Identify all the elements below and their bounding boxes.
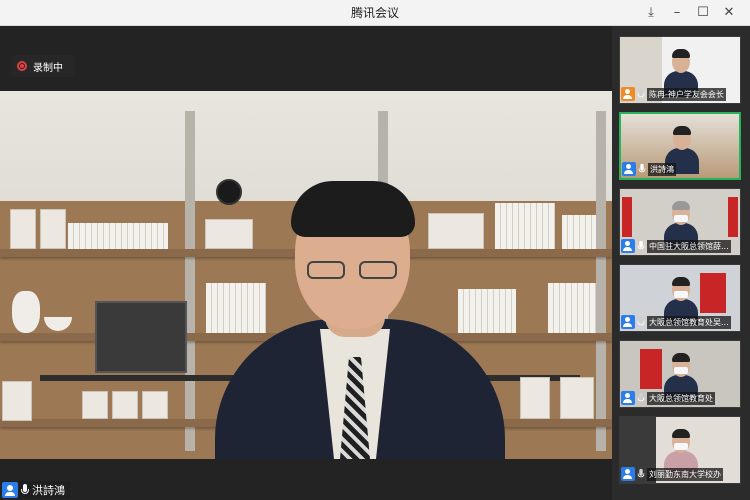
- participant-label: 中国驻大阪总领馆薛...: [621, 238, 739, 254]
- participant-label: 陈冉-神户学友会会长: [621, 86, 739, 102]
- participant-name: 大阪总领馆教育处吴...: [647, 315, 731, 329]
- main-video-area: 录制中: [0, 26, 612, 500]
- participant-label: 大阪总领馆教育处吴...: [621, 314, 739, 330]
- shelf-post: [185, 111, 195, 451]
- participant-name: 洪詩鴻: [648, 162, 676, 176]
- flag: [640, 349, 662, 389]
- microphone-icon: [21, 484, 29, 496]
- laptop: [95, 301, 187, 373]
- minimize-icon[interactable]: –: [664, 0, 690, 26]
- hair: [291, 181, 415, 237]
- storage-box: [40, 209, 66, 249]
- participant-name: 陈冉-神户学友会会长: [647, 87, 726, 101]
- microphone-muted-icon: [637, 316, 645, 327]
- glasses-lens: [359, 261, 397, 279]
- microphone-muted-icon: [637, 88, 645, 99]
- window-controls: ⤓ – ☐ ✕: [638, 0, 742, 26]
- microphone-muted-icon: [637, 392, 645, 403]
- storage-box: [82, 391, 108, 419]
- participant-tile[interactable]: 刘丽勤东南大学校办: [619, 416, 741, 484]
- participant-tile[interactable]: 中国驻大阪总领馆薛...: [619, 188, 741, 256]
- storage-box: [142, 391, 168, 419]
- participant-tile[interactable]: 大阪总领馆教育处吴...: [619, 264, 741, 332]
- speaker-name-tag: 洪詩鴻: [2, 481, 70, 499]
- user-avatar-icon: [621, 315, 635, 329]
- participant-tile[interactable]: 陈冉-神户学友会会长: [619, 36, 741, 104]
- user-avatar-icon: [621, 87, 635, 101]
- glasses: [307, 261, 401, 281]
- storage-box: [10, 209, 36, 249]
- user-avatar-icon: [621, 239, 635, 253]
- participant-sidebar: 陈冉-神户学友会会长 洪詩鴻 中国驻大阪总领馆薛... 大阪总领馆教育处吴...: [612, 26, 750, 500]
- speaker-figure: [215, 179, 505, 459]
- user-avatar-icon: [622, 162, 636, 176]
- vase: [12, 291, 40, 333]
- close-icon[interactable]: ✕: [716, 0, 742, 26]
- speaker-video[interactable]: [0, 91, 612, 459]
- participant-label: 大阪总领馆教育处: [621, 390, 739, 406]
- participant-label: 刘丽勤东南大学校办: [621, 466, 739, 482]
- title-bar: 腾讯会议 ⤓ – ☐ ✕: [0, 0, 750, 26]
- participant-tile-active[interactable]: 洪詩鴻: [619, 112, 741, 180]
- microphone-muted-icon: [637, 468, 645, 479]
- participant-name: 中国驻大阪总领馆薛...: [647, 239, 731, 253]
- user-avatar-icon: [2, 482, 18, 498]
- storage-box: [520, 377, 550, 419]
- maximize-icon[interactable]: ☐: [690, 0, 716, 26]
- book-row: [562, 215, 596, 249]
- storage-box: [112, 391, 138, 419]
- flag: [700, 273, 726, 313]
- storage-box: [2, 381, 32, 421]
- participant-tile[interactable]: 大阪总领馆教育处: [619, 340, 741, 408]
- microphone-icon: [638, 163, 646, 174]
- record-icon: [17, 61, 27, 71]
- recording-label: 录制中: [33, 62, 63, 74]
- storage-box: [560, 377, 594, 419]
- flag: [622, 197, 632, 237]
- book-stack: [68, 223, 168, 249]
- participant-name: 大阪总领馆教育处: [647, 391, 715, 405]
- participant-label: 洪詩鴻: [622, 161, 738, 177]
- speaker-name: 洪詩鴻: [32, 484, 65, 497]
- shelf-post: [596, 111, 606, 451]
- user-avatar-icon: [621, 467, 635, 481]
- book-row: [548, 283, 596, 333]
- glasses-lens: [307, 261, 345, 279]
- participant-name: 刘丽勤东南大学校办: [647, 467, 723, 481]
- recording-indicator[interactable]: 录制中: [11, 55, 75, 77]
- pin-icon[interactable]: ⤓: [638, 0, 664, 26]
- flag: [728, 197, 738, 237]
- user-avatar-icon: [621, 391, 635, 405]
- microphone-icon: [637, 240, 645, 251]
